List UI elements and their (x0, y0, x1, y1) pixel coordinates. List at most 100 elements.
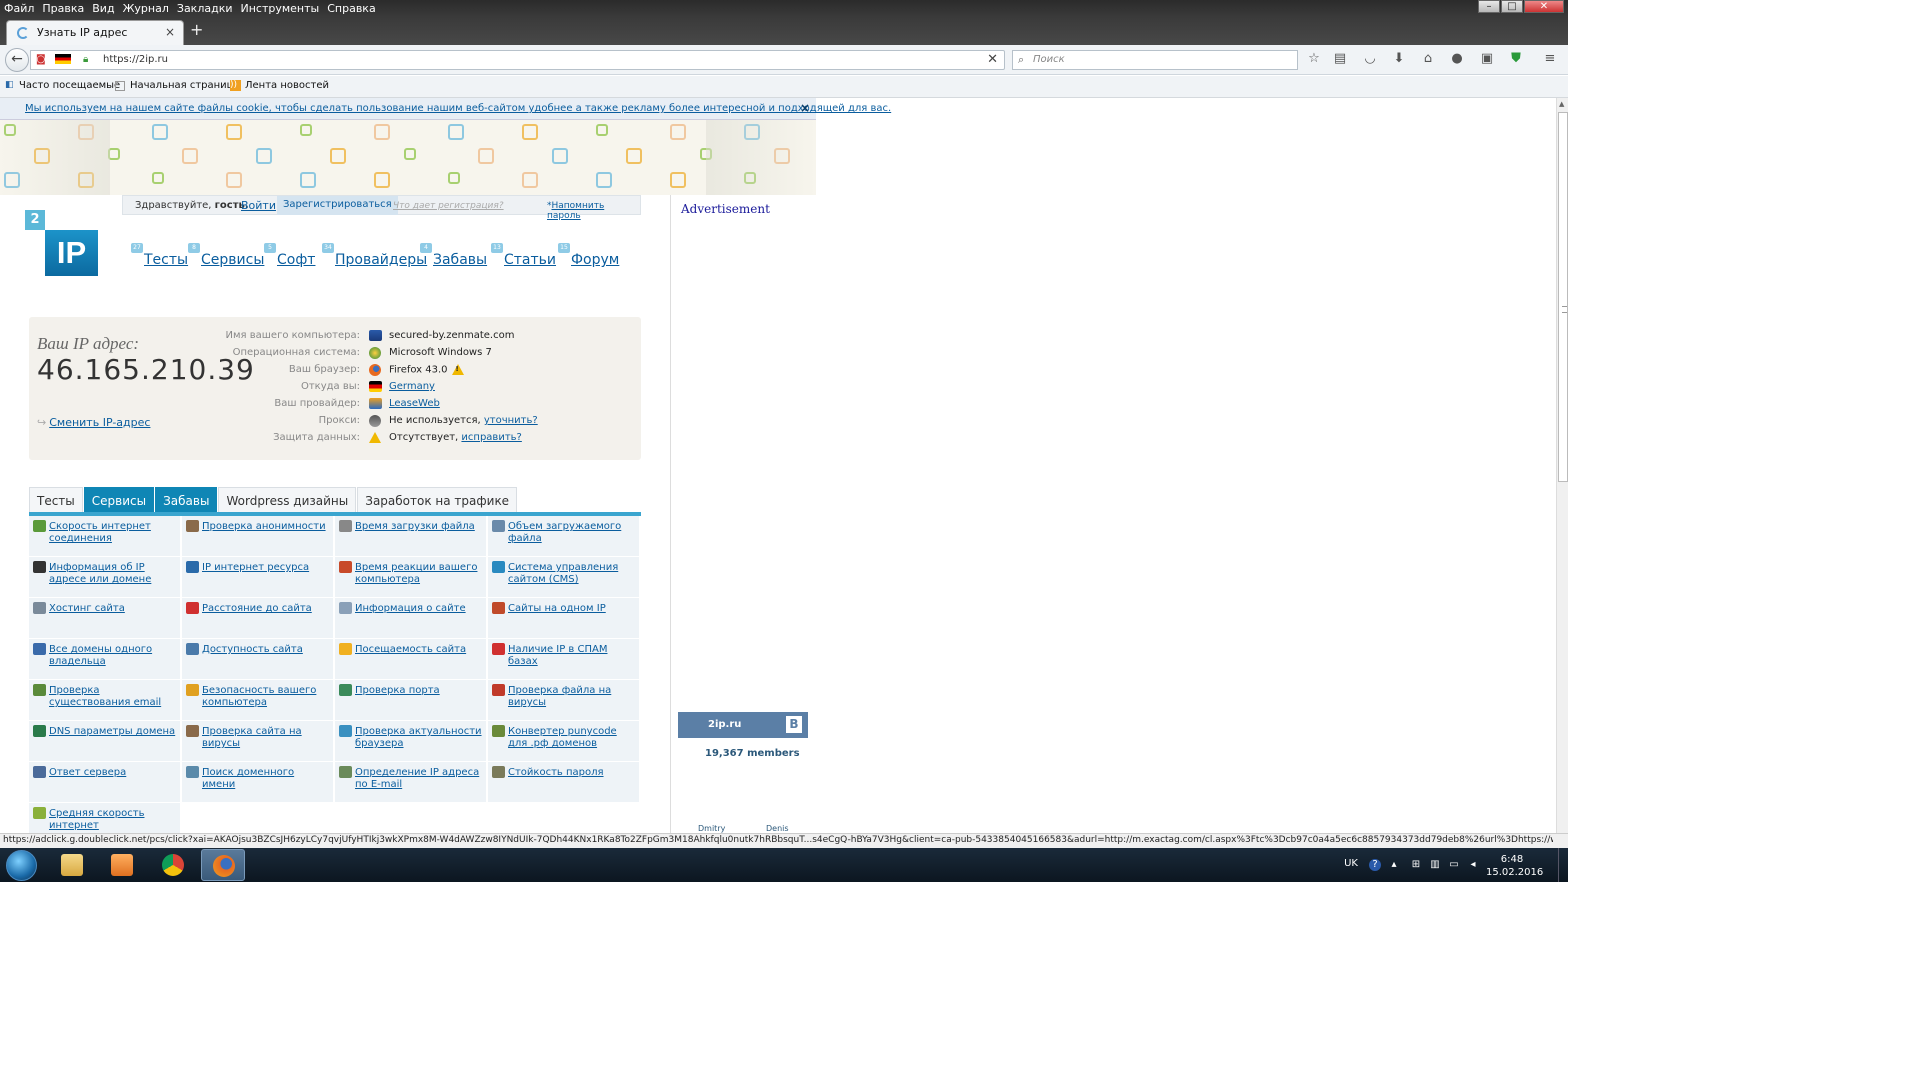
service-link[interactable]: Хостинг сайта (49, 603, 177, 615)
service-link[interactable]: Скорость интернет соединения (49, 521, 177, 545)
nav-link[interactable]: Форум (571, 252, 619, 268)
media-player-button[interactable] (100, 849, 144, 881)
menu-tools[interactable]: Инструменты (237, 0, 324, 16)
nav-link[interactable]: Сервисы (201, 252, 264, 268)
menu-view[interactable]: Вид (88, 0, 118, 16)
service-link[interactable]: Проверка порта (355, 685, 483, 697)
service-cell[interactable]: Скорость интернет соединения (29, 516, 180, 556)
shield-icon[interactable]: ⛊ (1508, 51, 1524, 67)
bookmark-news-feed[interactable]: Лента новостей (245, 80, 329, 91)
service-link[interactable]: Ответ сервера (49, 767, 177, 779)
bookmark-most-visited[interactable]: Часто посещаемые (19, 80, 120, 91)
service-link[interactable]: Расстояние до сайта (202, 603, 330, 615)
volume-icon[interactable]: ◂ (1467, 859, 1479, 871)
service-cell[interactable]: Информация об IP адресе или домене (29, 557, 180, 597)
help-icon[interactable]: ? (1369, 859, 1381, 871)
menu-bookmarks[interactable]: Закладки (173, 0, 237, 16)
tab-wordpress[interactable]: Wordpress дизайны (218, 487, 357, 515)
reading-list-icon[interactable]: ▤ (1332, 51, 1348, 67)
service-link[interactable]: Проверка актуальности браузера (355, 726, 483, 750)
scroll-thumb[interactable] (1558, 112, 1568, 482)
service-link[interactable]: Проверка существования email (49, 685, 177, 709)
network-icon[interactable]: ▥ (1429, 859, 1441, 871)
extension-icon[interactable]: ▣ (1479, 51, 1495, 67)
menu-edit[interactable]: Правка (38, 0, 88, 16)
service-cell[interactable]: Поиск доменного имени (182, 762, 333, 802)
service-cell[interactable]: Информация о сайте (335, 598, 486, 638)
bookmark-start-page[interactable]: Начальная страница (130, 80, 240, 91)
service-cell[interactable]: Проверка актуальности браузера (335, 721, 486, 761)
service-cell[interactable]: Время загрузки файла (335, 516, 486, 556)
firefox-button[interactable] (201, 849, 245, 881)
minimize-button[interactable]: – (1478, 0, 1500, 13)
service-cell[interactable]: Безопасность вашего компьютера (182, 680, 333, 720)
nav-link[interactable]: Софт (277, 252, 315, 268)
service-cell[interactable]: Определение IP адреса по E-mail (335, 762, 486, 802)
service-cell[interactable]: Время реакции вашего компьютера (335, 557, 486, 597)
service-link[interactable]: DNS параметры домена (49, 726, 177, 738)
site-logo[interactable]: IP (45, 230, 98, 276)
service-link[interactable]: Определение IP адреса по E-mail (355, 767, 483, 791)
url-text[interactable]: https://2ip.ru (103, 54, 168, 65)
service-link[interactable]: Безопасность вашего компьютера (202, 685, 330, 709)
service-cell[interactable]: IP интернет ресурса (182, 557, 333, 597)
service-cell[interactable]: Все домены одного владельца (29, 639, 180, 679)
service-link[interactable]: Средняя скорость интернет (49, 808, 177, 832)
service-cell[interactable]: Сайты на одном IP (488, 598, 639, 638)
service-cell[interactable]: Проверка существования email (29, 680, 180, 720)
nav-link[interactable]: Статьи (504, 252, 556, 268)
service-cell[interactable]: Система управления сайтом (CMS) (488, 557, 639, 597)
bookmark-star-icon[interactable]: ☆ (1306, 51, 1322, 67)
service-link[interactable]: Система управления сайтом (CMS) (508, 562, 636, 586)
service-cell[interactable]: Стойкость пароля (488, 762, 639, 802)
change-ip-link[interactable]: Сменить IP-адрес (49, 416, 150, 429)
scroll-up-icon[interactable]: ▲ (1559, 100, 1564, 108)
service-cell[interactable]: Объем загружаемого файла (488, 516, 639, 556)
service-link[interactable]: Доступность сайта (202, 644, 330, 656)
service-cell[interactable]: Средняя скорость интернет (29, 803, 180, 833)
vk-group-name[interactable]: 2ip.ru (708, 719, 741, 730)
nav-link[interactable]: Тесты (144, 252, 188, 268)
service-link[interactable]: Проверка сайта на вирусы (202, 726, 330, 750)
service-link[interactable]: IP интернет ресурса (202, 562, 330, 574)
show-desktop-button[interactable] (1558, 848, 1568, 882)
service-link[interactable]: Информация об IP адресе или домене (49, 562, 177, 586)
service-cell[interactable]: Посещаемость сайта (335, 639, 486, 679)
close-window-button[interactable]: ✕ (1524, 0, 1564, 13)
service-link[interactable]: Все домены одного владельца (49, 644, 177, 668)
menu-help[interactable]: Справка (323, 0, 379, 16)
remind-password-link[interactable]: Напомнить пароль (547, 201, 604, 221)
chrome-button[interactable] (151, 849, 195, 881)
service-link[interactable]: Время загрузки файла (355, 521, 483, 533)
power-icon[interactable]: ▭ (1448, 859, 1460, 871)
cookie-notice-text[interactable]: Мы используем на нашем сайте файлы cooki… (25, 103, 891, 114)
vk-member-name[interactable]: Denis (766, 824, 789, 833)
tab-fun[interactable]: Забавы (155, 487, 218, 515)
service-link[interactable]: Проверка файла на вирусы (508, 685, 636, 709)
why-register-link[interactable]: Что дает регистрация? (393, 201, 504, 211)
tray-arrow-icon[interactable]: ▴ (1388, 859, 1400, 871)
service-cell[interactable]: Проверка анонимности (182, 516, 333, 556)
service-link[interactable]: Объем загружаемого файла (508, 521, 636, 545)
nav-link[interactable]: Провайдеры (335, 252, 427, 268)
language-indicator[interactable]: UK (1344, 858, 1358, 869)
service-cell[interactable]: Хостинг сайта (29, 598, 180, 638)
logo-badge[interactable]: 2 (25, 210, 45, 230)
nav-link[interactable]: Забавы (433, 252, 487, 268)
service-cell[interactable]: Проверка файла на вирусы (488, 680, 639, 720)
maximize-button[interactable]: □ (1501, 0, 1523, 13)
address-bar[interactable]: ◙ 🔒︎ https://2ip.ru ✕ (30, 50, 1005, 70)
start-button[interactable] (6, 850, 37, 881)
info-link[interactable]: Germany (389, 381, 435, 392)
menu-file[interactable]: Файл (0, 0, 38, 16)
service-link[interactable]: Время реакции вашего компьютера (355, 562, 483, 586)
menu-history[interactable]: Журнал (119, 0, 173, 16)
service-link[interactable]: Стойкость пароля (508, 767, 636, 779)
browser-tab[interactable]: Узнать IP адрес × (6, 20, 184, 45)
info-link[interactable]: исправить? (461, 432, 521, 443)
lock-icon[interactable]: 🔒︎ (83, 54, 88, 65)
clock[interactable]: 6:48 15.02.2016 (1486, 853, 1543, 879)
service-link[interactable]: Сайты на одном IP (508, 603, 636, 615)
new-tab-button[interactable]: + (190, 20, 203, 39)
vk-member-name[interactable]: Dmitry (698, 824, 725, 833)
